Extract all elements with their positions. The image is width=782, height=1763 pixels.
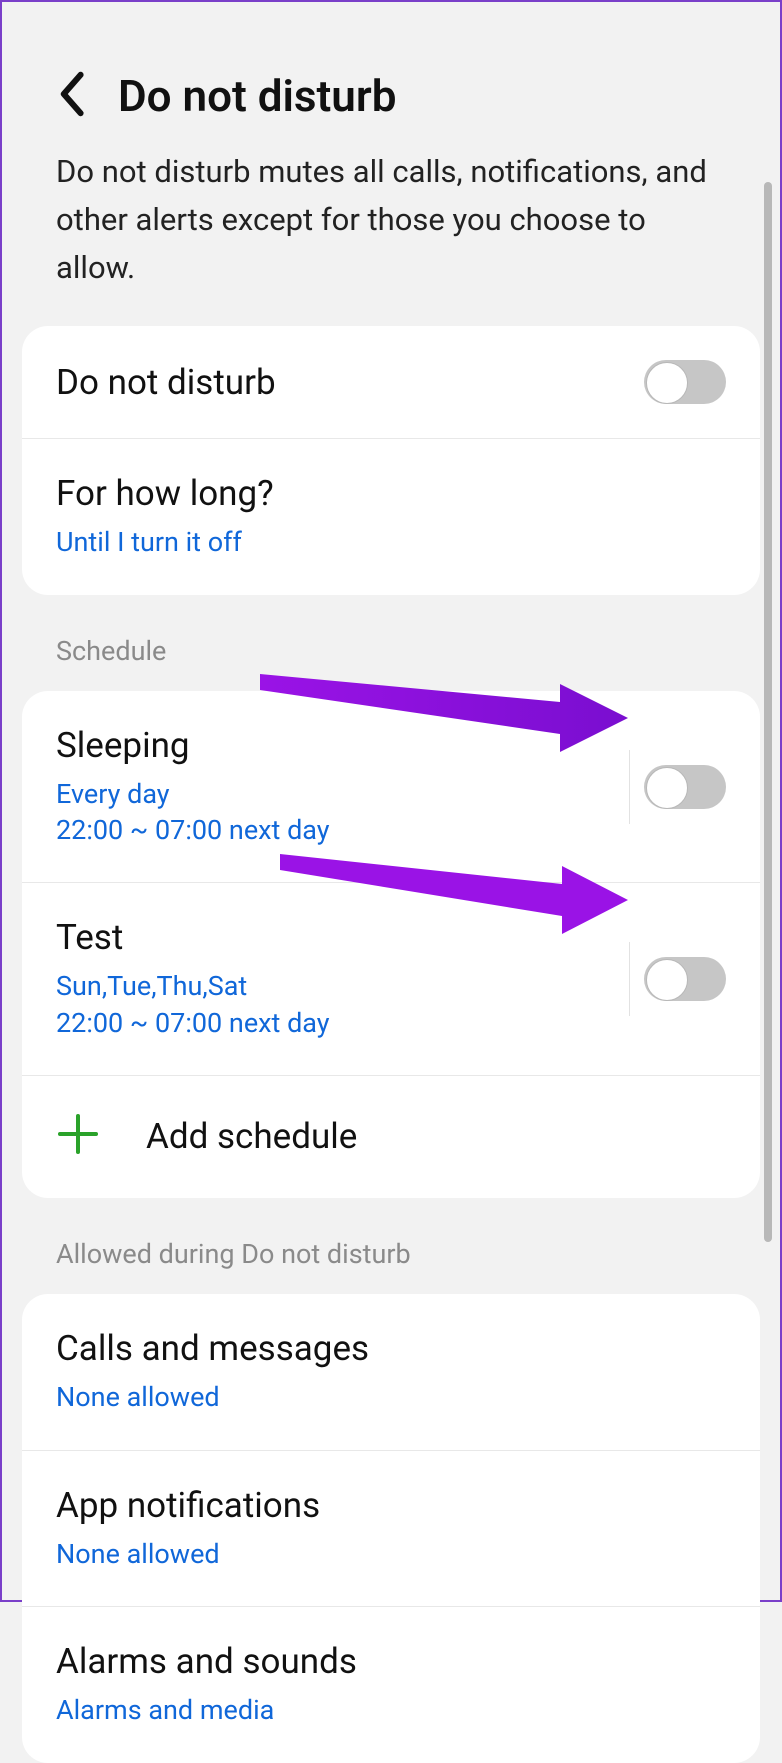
dnd-master-toggle[interactable] [644, 360, 726, 404]
schedule-row-sleeping[interactable]: Sleeping Every day 22:00 ~ 07:00 next da… [22, 691, 760, 884]
dnd-master-label: Do not disturb [56, 362, 644, 403]
section-header-allowed: Allowed during Do not disturb [18, 1198, 764, 1294]
divider [629, 942, 630, 1016]
allowed-title: Alarms and sounds [56, 1641, 726, 1682]
scrollbar[interactable] [764, 182, 772, 1242]
add-schedule-label: Add schedule [146, 1116, 357, 1157]
allowed-title: App notifications [56, 1485, 726, 1526]
allowed-card: Calls and messages None allowed App noti… [22, 1294, 760, 1762]
plus-icon [56, 1112, 100, 1160]
dnd-master-row[interactable]: Do not disturb [22, 326, 760, 439]
header: Do not disturb [18, 2, 764, 148]
back-icon[interactable] [56, 70, 86, 122]
add-schedule-row[interactable]: Add schedule [22, 1076, 760, 1198]
page-description: Do not disturb mutes all calls, notifica… [18, 148, 764, 326]
duration-row[interactable]: For how long? Until I turn it off [22, 439, 760, 594]
schedule-card: Sleeping Every day 22:00 ~ 07:00 next da… [22, 691, 760, 1199]
schedule-name: Sleeping [56, 725, 615, 766]
duration-value: Until I turn it off [56, 524, 726, 560]
allowed-row-apps[interactable]: App notifications None allowed [22, 1451, 760, 1607]
page-title: Do not disturb [118, 70, 396, 122]
divider [629, 750, 630, 824]
schedule-toggle-sleeping[interactable] [644, 765, 726, 809]
main-card: Do not disturb For how long? Until I tur… [22, 326, 760, 594]
section-header-schedule: Schedule [18, 595, 764, 691]
schedule-detail: Every day 22:00 ~ 07:00 next day [56, 776, 615, 849]
allowed-sub: Alarms and media [56, 1692, 726, 1728]
schedule-name: Test [56, 917, 615, 958]
schedule-detail: Sun,Tue,Thu,Sat 22:00 ~ 07:00 next day [56, 968, 615, 1041]
duration-label: For how long? [56, 473, 726, 514]
allowed-title: Calls and messages [56, 1328, 726, 1369]
allowed-sub: None allowed [56, 1536, 726, 1572]
allowed-sub: None allowed [56, 1379, 726, 1415]
allowed-row-alarms[interactable]: Alarms and sounds Alarms and media [22, 1607, 760, 1762]
schedule-toggle-test[interactable] [644, 957, 726, 1001]
allowed-row-calls[interactable]: Calls and messages None allowed [22, 1294, 760, 1450]
schedule-row-test[interactable]: Test Sun,Tue,Thu,Sat 22:00 ~ 07:00 next … [22, 883, 760, 1076]
